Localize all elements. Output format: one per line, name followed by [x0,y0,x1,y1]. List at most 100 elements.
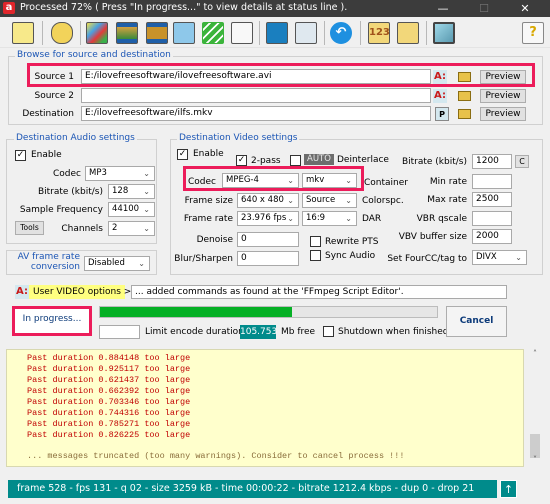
denoise-input[interactable]: 0 [237,232,299,247]
sync-audio-checkbox[interactable] [310,250,321,261]
mb-free-label: Mb free [281,327,316,337]
av-frame-rate-label-line1: AV frame rate [17,252,80,262]
audio-enable-checkbox[interactable]: ✓ [15,150,26,161]
av-frame-rate-select[interactable]: Disabled ⌄ [84,256,150,271]
vbv-buffer-input[interactable]: 2000 [472,229,512,244]
notepad-pencil-icon[interactable] [231,22,253,44]
video-edit-film-icon[interactable] [146,22,168,44]
batch-window-icon[interactable] [12,22,34,44]
audio-group-title: Destination Audio settings [14,133,137,143]
maximize-button[interactable]: ☐ [469,0,499,17]
shutdown-label: Shutdown when finished [338,327,449,337]
log-line: Past duration 0.662392 too large [27,386,191,396]
log-line: Past duration 0.621437 too large [27,375,191,385]
monitor-icon[interactable] [433,22,455,44]
progress-bar [99,306,438,318]
video-film-icon[interactable] [116,22,138,44]
video-bitrate-input[interactable]: 1200 [472,154,512,169]
destination-input[interactable]: E:/ilovefreesoftware/ilfs.mkv [81,106,431,121]
deinterlace-checkbox[interactable] [290,155,301,166]
tools-film-icon[interactable] [397,22,419,44]
scroll-up-icon[interactable]: ˄ [529,349,541,361]
chevron-down-icon: ⌄ [345,196,352,205]
colorspace-value: Source [306,195,336,205]
tools-button[interactable]: Tools [15,221,44,235]
av-frame-rate-label: AV frame rate conversion [10,252,80,272]
source2-label: Source 2 [34,91,75,101]
vbr-qscale-input[interactable] [472,211,512,226]
video-enable-checkbox[interactable]: ✓ [177,149,188,160]
browse-group-title: Browse for source and destination [15,50,173,60]
numbered-film-icon[interactable]: 123 [368,22,390,44]
audio-spectrum-icon[interactable] [266,22,288,44]
shutdown-checkbox[interactable] [323,326,334,337]
chevron-down-icon: ⌄ [515,253,522,262]
mb-free-value: 105.753 [240,325,278,339]
printer-icon[interactable] [295,22,317,44]
min-rate-input[interactable] [472,174,512,189]
toolbar: ↶ 123 ? [0,17,550,48]
chevron-down-icon: ⌄ [345,214,352,223]
max-rate-input[interactable]: 2500 [472,192,512,207]
destination-folder-icon[interactable] [458,109,471,119]
help-icon[interactable]: ? [522,22,544,44]
destination-label: Destination [22,109,74,119]
user-options-drive-icon[interactable]: A: [15,285,29,299]
log-line: Past duration 0.826225 too large [27,430,191,440]
chevron-down-icon: ⌄ [143,187,150,196]
minimize-button[interactable]: — [428,0,458,17]
user-options-text[interactable]: ... added commands as found at the 'FFmp… [131,285,507,299]
rewrite-pts-checkbox[interactable] [310,236,321,247]
frame-rate-select[interactable]: 23.976 fps ⌄ [237,211,299,226]
video-enable-label: Enable [193,149,224,159]
blur-sharpen-input[interactable]: 0 [237,251,299,266]
frame-size-select[interactable]: 640 x 480 ⌄ [237,193,299,208]
audio-bitrate-select[interactable]: 128 ⌄ [108,184,155,199]
max-rate-label: Max rate [427,195,467,205]
sample-frequency-select[interactable]: 44100 ⌄ [108,202,155,217]
vbr-qscale-label: VBR qscale [416,214,467,224]
channels-select[interactable]: 2 ⌄ [108,221,155,236]
log-line: Past duration 0.884148 too large [27,353,191,363]
user-video-options-button[interactable]: User VIDEO options > [29,285,131,299]
close-button[interactable]: ✕ [510,0,540,17]
up-arrow-button[interactable]: ↑ [500,480,517,498]
auto-deinterlace-badge[interactable]: AUTO [304,154,334,165]
audio-codec-value: MP3 [89,168,107,178]
dar-select[interactable]: 16:9 ⌄ [302,211,357,226]
audio-codec-select[interactable]: MP3 ⌄ [85,166,155,181]
av-frame-rate-label-line2: conversion [30,262,80,272]
min-rate-label: Min rate [429,177,467,187]
source2-folder-icon[interactable] [458,91,471,101]
colorspace-select[interactable]: Source ⌄ [302,193,357,208]
log-scrollbar[interactable]: ˄ ˅ [529,349,541,467]
frame-size-label: Frame size [184,196,233,206]
source2-drive-icon[interactable]: A: [433,89,447,103]
toolbar-separator [42,21,43,45]
destination-p-button[interactable]: P [435,107,449,121]
sample-frequency-value: 44100 [112,204,140,214]
app-logo-icon: a [3,2,15,14]
chevron-down-icon: ⌄ [138,259,145,268]
log-output[interactable]: Past duration 0.884148 too large Past du… [6,349,524,467]
source2-preview-button[interactable]: Preview [480,89,526,103]
calc-bitrate-button[interactable]: C [515,155,529,168]
script-editor-icon[interactable] [173,22,195,44]
channels-label: Channels [61,224,103,234]
destination-preview-button[interactable]: Preview [480,107,526,121]
toolbar-separator [360,21,361,45]
fourcc-select[interactable]: DIVX ⌄ [472,250,527,265]
two-pass-checkbox[interactable]: ✓ [236,155,247,166]
limit-duration-input[interactable] [99,325,140,339]
log-truncated-message: ... messages truncated (too many warning… [27,451,405,461]
ffmpeg-logo-icon[interactable] [202,22,224,44]
audio-wave-icon[interactable] [86,22,108,44]
audio-codec-label: Codec [53,169,81,179]
codec-highlight [183,166,364,191]
cd-folder-icon[interactable] [51,22,73,44]
undo-arrow-icon[interactable]: ↶ [330,22,352,44]
cancel-button[interactable]: Cancel [446,306,507,337]
chevron-down-icon: ⌄ [143,224,150,233]
source2-input[interactable] [81,88,431,103]
scroll-down-icon[interactable]: ˅ [529,455,541,467]
